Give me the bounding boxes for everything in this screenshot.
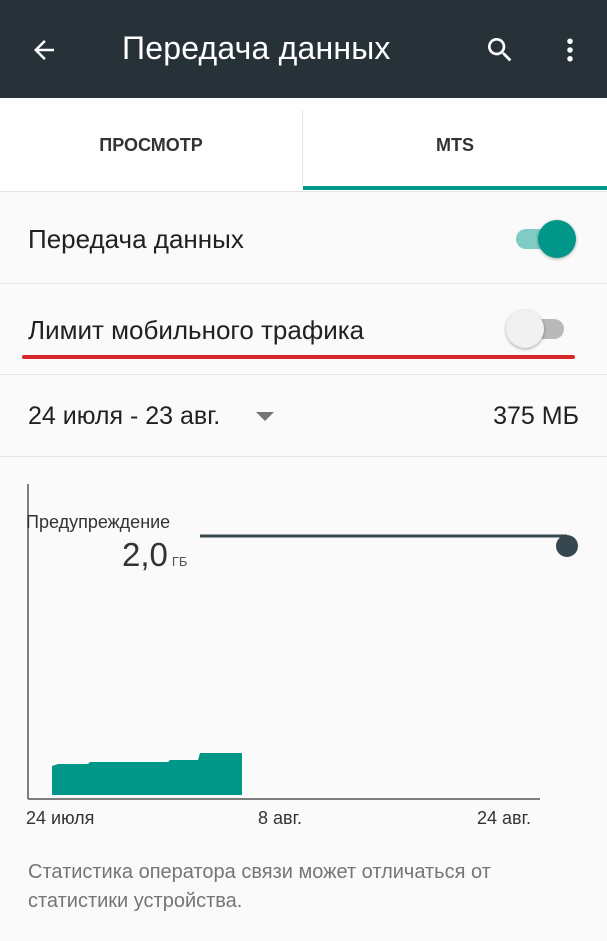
carrier-stats-note: Статистика оператора связи может отличат… bbox=[28, 861, 491, 912]
warning-unit: ГБ bbox=[171, 554, 188, 569]
mobile-limit-row[interactable]: Лимит мобильного трафика bbox=[0, 284, 607, 375]
switch-thumb bbox=[538, 220, 576, 258]
usage-chart: Предупреждение 2,0 ГБ 24 июля 8 авг. 24 а… bbox=[0, 470, 607, 840]
data-transfer-switch[interactable] bbox=[516, 220, 576, 258]
search-button[interactable] bbox=[478, 28, 522, 72]
warning-amount: 2,0 bbox=[122, 536, 168, 573]
data-transfer-row[interactable]: Передача данных bbox=[0, 193, 607, 284]
tab-bar: ПРОСМОТР MTS bbox=[0, 98, 607, 192]
x-tick-label: 24 июля bbox=[26, 808, 95, 828]
dropdown-arrow-icon bbox=[256, 411, 275, 421]
more-options-button[interactable] bbox=[548, 28, 592, 72]
x-tick-label: 8 авг. bbox=[258, 808, 302, 828]
tab-mts[interactable]: MTS bbox=[303, 98, 607, 192]
arrow-back-icon bbox=[34, 40, 54, 60]
x-tick-label: 24 авг. bbox=[477, 808, 531, 828]
usage-area bbox=[52, 753, 242, 795]
highlight-underline bbox=[22, 355, 575, 359]
data-transfer-label: Передача данных bbox=[28, 224, 244, 254]
switch-thumb bbox=[506, 310, 544, 348]
billing-cycle-row: 24 июля - 23 авг. 375 МБ bbox=[0, 375, 607, 457]
usage-total: 375 МБ bbox=[493, 402, 579, 430]
back-button[interactable] bbox=[22, 28, 66, 72]
data-usage-screen: Передача данных ПРОСМОТР MTS Передача да… bbox=[0, 0, 607, 941]
mobile-limit-label: Лимит мобильного трафика bbox=[28, 315, 365, 345]
more-vert-icon bbox=[567, 38, 573, 62]
warning-value: 2,0 ГБ bbox=[122, 536, 187, 574]
tab-selected-indicator bbox=[303, 186, 607, 190]
warning-label: Предупреждение bbox=[26, 512, 171, 532]
page-title: Передача данных bbox=[122, 30, 391, 66]
app-bar: Передача данных bbox=[0, 0, 607, 98]
tab-overview[interactable]: ПРОСМОТР bbox=[0, 98, 302, 192]
warning-handle[interactable] bbox=[556, 535, 578, 557]
cycle-range: 24 июля - 23 авг. bbox=[28, 401, 221, 430]
search-icon bbox=[488, 38, 512, 62]
cycle-dropdown[interactable]: 24 июля - 23 авг. bbox=[28, 399, 275, 433]
mobile-limit-switch[interactable] bbox=[506, 310, 566, 348]
